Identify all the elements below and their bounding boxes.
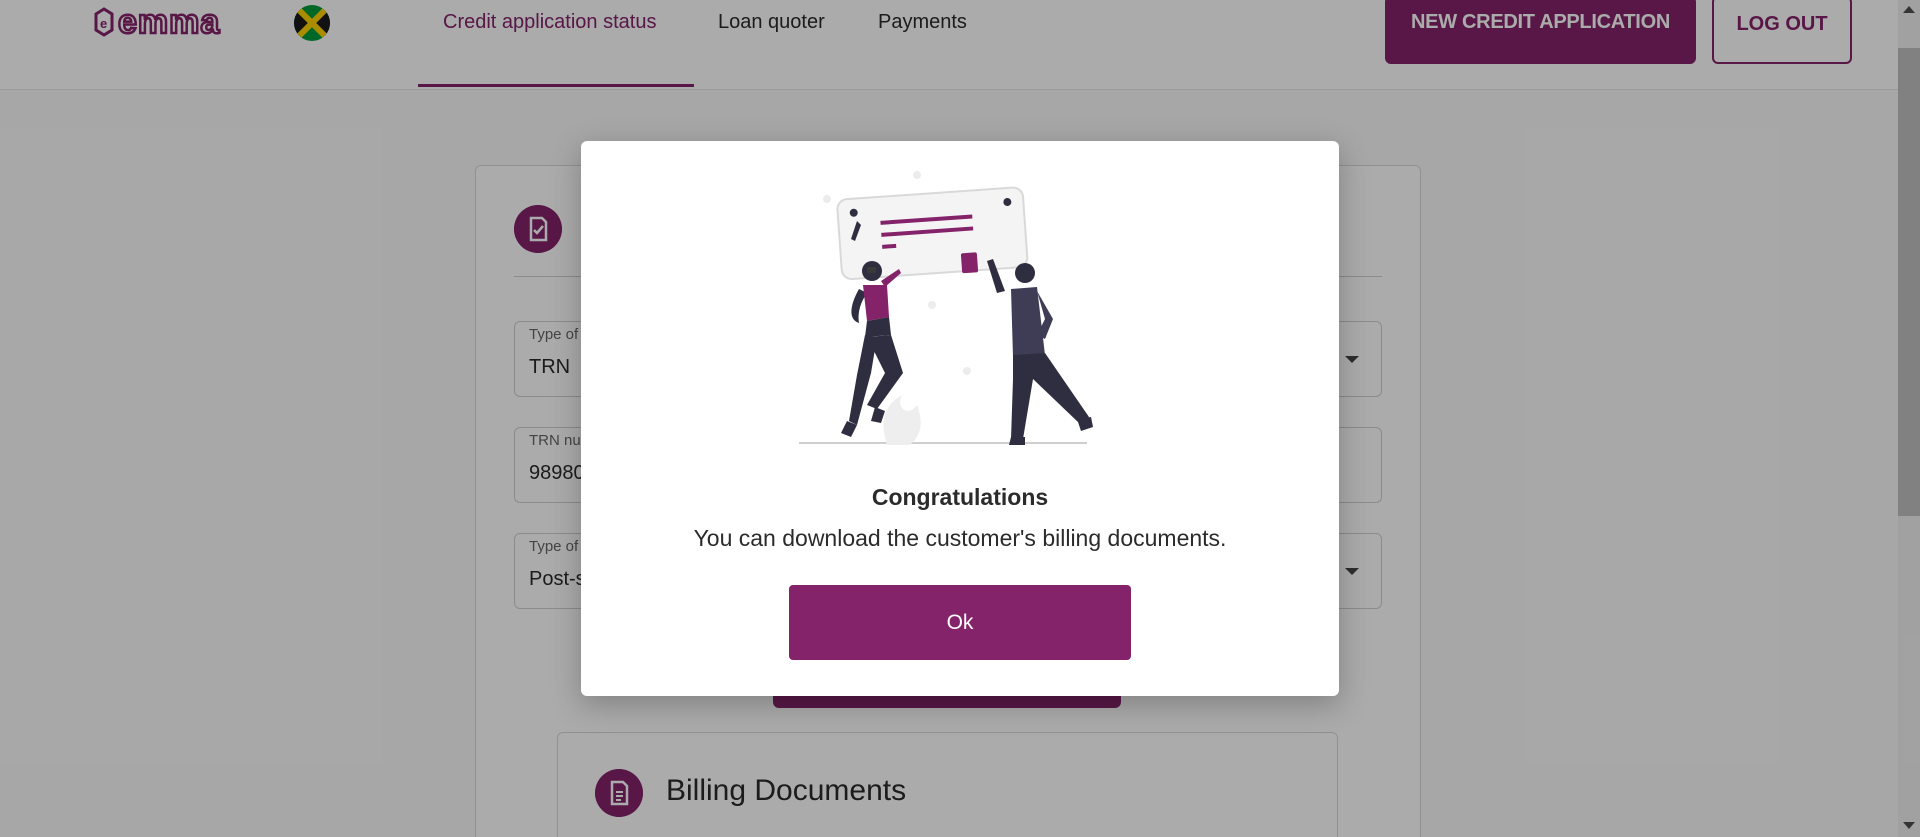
celebration-illustration [799, 171, 1093, 445]
dialog-title: Congratulations [871, 484, 1049, 510]
ok-button[interactable]: Ok [789, 585, 1131, 660]
success-dialog: Congratulations You can download the cus… [581, 141, 1339, 696]
dialog-message: You can download the customer's billing … [693, 525, 1227, 551]
